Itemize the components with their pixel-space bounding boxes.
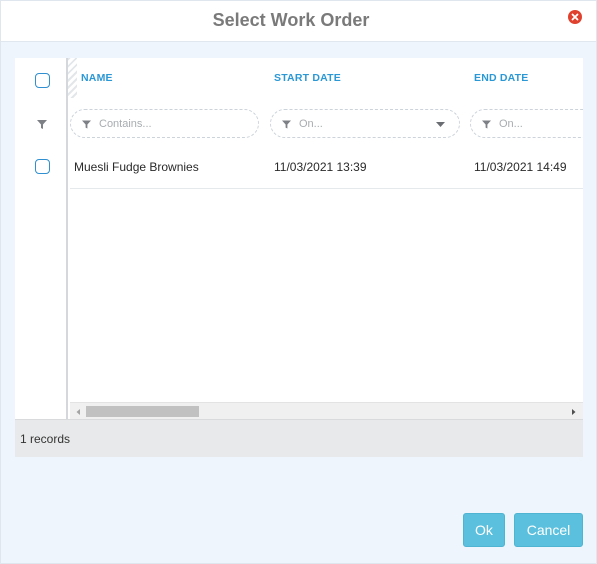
filter-icon <box>282 120 291 129</box>
filter-placeholder: Contains... <box>99 118 152 130</box>
selection-column <box>15 58 68 419</box>
dialog-title: Select Work Order <box>212 10 370 30</box>
scroll-left-icon[interactable] <box>74 407 84 417</box>
column-header-start-date[interactable]: START DATE <box>274 72 341 84</box>
name-filter-input[interactable]: Contains... <box>70 109 259 138</box>
column-header-name[interactable]: NAME <box>81 72 113 84</box>
record-count: 1 records <box>20 432 71 446</box>
ok-button[interactable]: Ok <box>463 513 505 547</box>
select-work-order-dialog: Select Work Order NAME START DATE END DA… <box>0 0 597 564</box>
column-resize-handle[interactable] <box>68 58 77 98</box>
filter-icon <box>82 120 91 129</box>
cell-end-date: 11/03/2021 14:49 <box>474 160 567 174</box>
scrollbar-thumb[interactable] <box>86 406 199 417</box>
row-checkbox[interactable] <box>35 159 50 174</box>
dialog-titlebar: Select Work Order <box>1 1 596 42</box>
chevron-down-icon[interactable] <box>436 122 445 127</box>
cell-start-date: 11/03/2021 13:39 <box>274 160 367 174</box>
start-date-filter[interactable]: On... <box>270 109 460 138</box>
horizontal-scrollbar[interactable] <box>70 402 583 419</box>
filter-placeholder: On... <box>299 118 323 130</box>
select-all-checkbox[interactable] <box>35 73 50 88</box>
column-header-end-date[interactable]: END DATE <box>474 72 529 84</box>
cell-name: Muesli Fudge Brownies <box>74 160 199 174</box>
grid-footer: 1 records <box>15 419 583 457</box>
filter-icon <box>482 120 491 129</box>
filter-icon <box>37 120 47 129</box>
cancel-button[interactable]: Cancel <box>514 513 583 547</box>
scroll-right-icon[interactable] <box>568 407 578 417</box>
filter-placeholder: On... <box>499 118 523 130</box>
close-icon[interactable] <box>568 10 582 24</box>
work-order-grid: NAME START DATE END DATE Contains... On.… <box>15 58 583 457</box>
end-date-filter[interactable]: On... <box>470 109 583 138</box>
